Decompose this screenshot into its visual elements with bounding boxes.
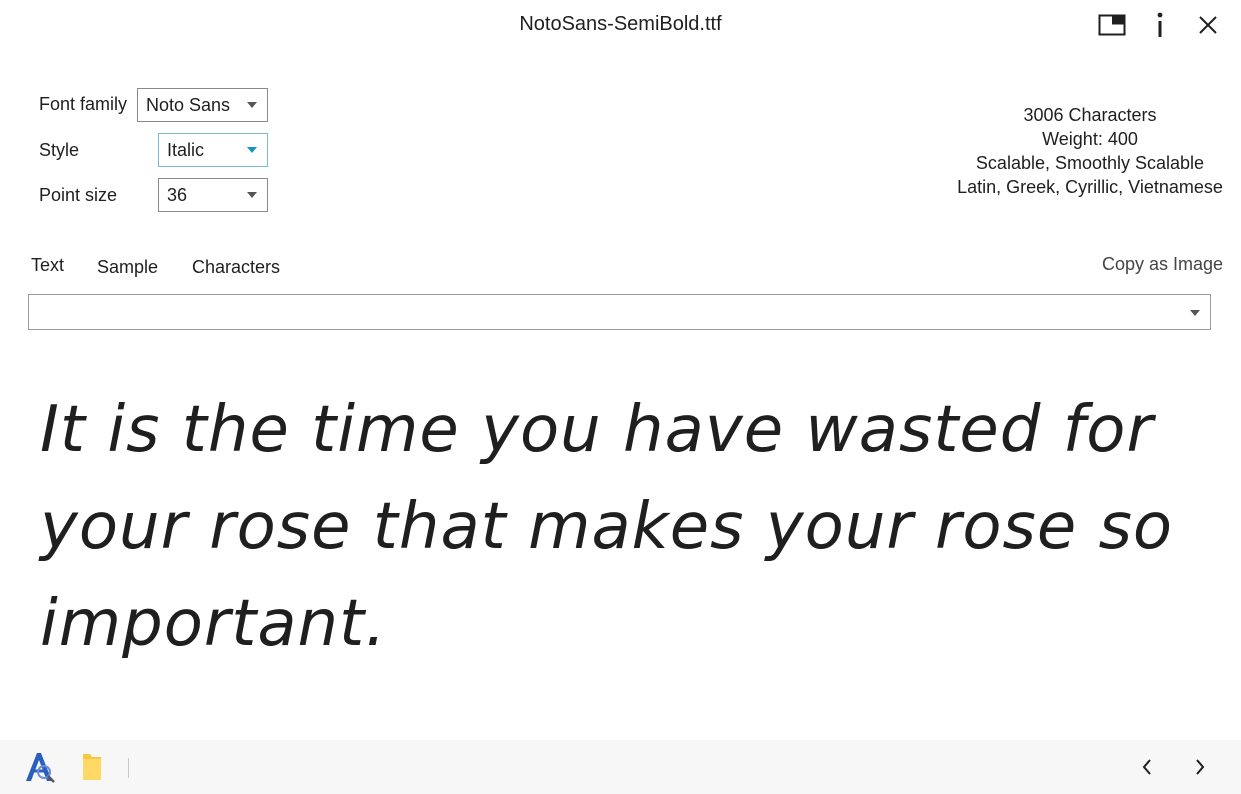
point-size-label: Point size: [39, 185, 118, 205]
font-app-icon: [26, 753, 55, 783]
style-value: Italic: [167, 139, 205, 160]
tab-sample[interactable]: Sample: [97, 257, 158, 278]
font-family-select[interactable]: Noto Sans: [137, 88, 268, 122]
supported-scripts: Latin, Greek, Cyrillic, Vietnamese: [957, 177, 1223, 197]
sample-text-combo[interactable]: [28, 294, 1211, 330]
font-preview-text: It is the time you have wasted for your …: [40, 393, 1174, 661]
compact-overlay-button[interactable]: [1094, 8, 1130, 42]
info-button[interactable]: [1142, 8, 1178, 42]
chevron-down-icon: [247, 192, 257, 198]
compact-overlay-icon: [1098, 14, 1126, 36]
style-label: Style: [39, 140, 80, 160]
bottom-bar: [0, 740, 1241, 794]
chevron-down-icon: [247, 102, 257, 108]
close-button[interactable]: [1190, 8, 1226, 42]
title-bar: NotoSans-SemiBold.ttf: [0, 0, 1241, 52]
style-select[interactable]: Italic: [158, 133, 268, 167]
window-title: NotoSans-SemiBold.ttf: [519, 13, 722, 35]
sample-text-input[interactable]: [29, 295, 1175, 327]
info-icon: [1157, 12, 1163, 37]
point-size-value: 36: [167, 184, 188, 205]
previous-font-button[interactable]: [1132, 752, 1162, 782]
folder-icon: [83, 754, 101, 780]
open-folder-button[interactable]: [80, 750, 104, 787]
font-weight: Weight: 400: [1042, 129, 1138, 149]
next-font-button[interactable]: [1185, 752, 1215, 782]
chevron-down-icon: [247, 147, 257, 153]
font-info: 3006 Characters Weight: 400 Scalable, Sm…: [940, 103, 1240, 199]
chevron-right-icon: [1196, 759, 1205, 775]
copy-as-image-button[interactable]: Copy as Image: [1102, 254, 1223, 275]
chevron-down-icon[interactable]: [1190, 310, 1200, 316]
font-family-value: Noto Sans: [146, 94, 231, 115]
scalable-info: Scalable, Smoothly Scalable: [975, 153, 1205, 173]
bottom-separator: [128, 758, 129, 778]
tab-characters[interactable]: Characters: [192, 257, 280, 278]
point-size-select[interactable]: 36: [158, 178, 268, 212]
close-icon: [1199, 16, 1217, 34]
chevron-left-icon: [1142, 759, 1151, 775]
font-app-button[interactable]: [22, 750, 56, 789]
character-count: 3006 Characters: [1023, 105, 1157, 125]
tab-text[interactable]: Text: [31, 255, 64, 276]
font-family-label: Font family: [39, 94, 128, 114]
